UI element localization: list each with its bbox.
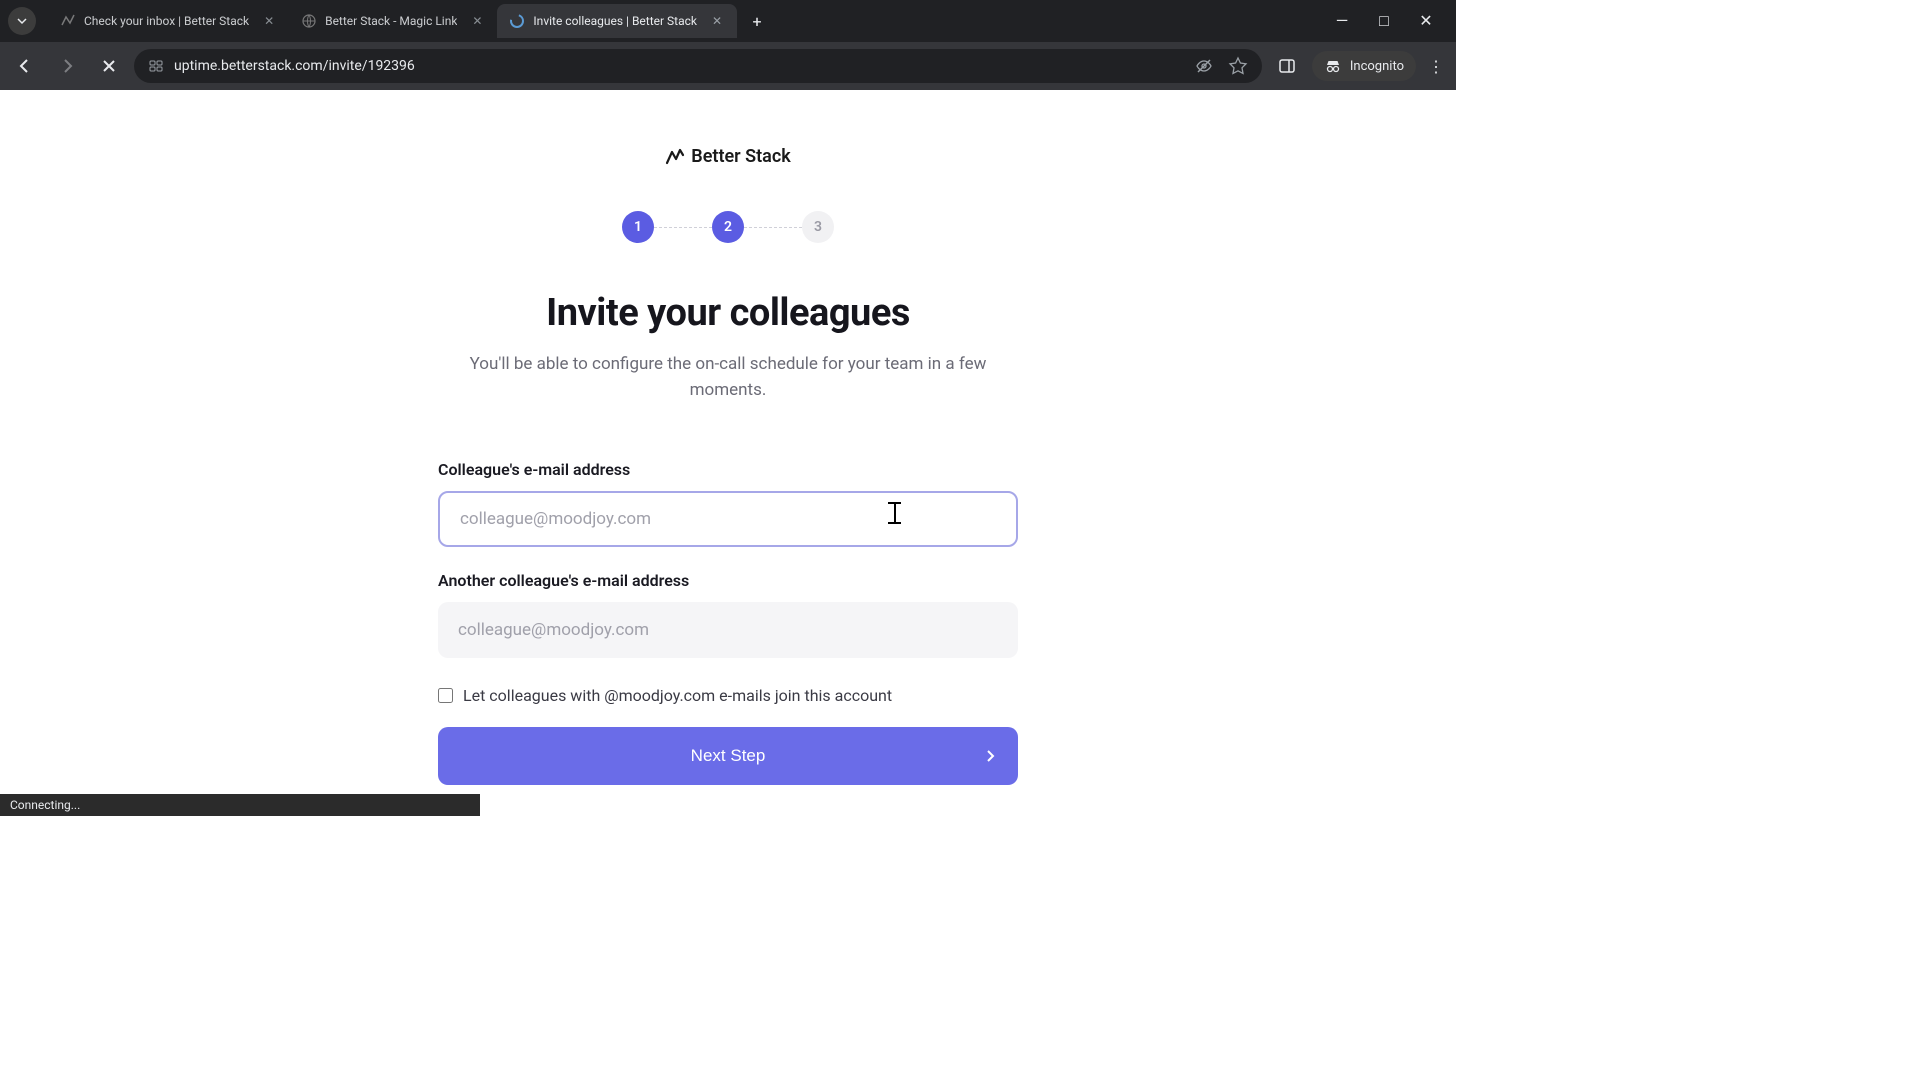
email-1-input[interactable] <box>438 491 1018 547</box>
betterstack-logo-icon <box>665 147 685 167</box>
arrow-right-icon <box>58 57 76 75</box>
step-connector <box>654 227 712 228</box>
invite-form: Colleague's e-mail address Another colle… <box>438 460 1018 785</box>
tab-close-icon[interactable]: ✕ <box>709 13 725 29</box>
email-2-input[interactable] <box>438 602 1018 658</box>
maximize-button[interactable]: □ <box>1374 11 1394 31</box>
allow-domain-label: Let colleagues with @moodjoy.com e-mails… <box>463 686 892 705</box>
incognito-icon <box>1324 57 1342 75</box>
url-input[interactable]: uptime.betterstack.com/invite/192396 <box>134 49 1262 83</box>
side-panel-button[interactable] <box>1270 49 1304 83</box>
tab-title: Check your inbox | Better Stack <box>84 14 249 28</box>
incognito-indicator[interactable]: Incognito <box>1312 51 1416 81</box>
tab-close-icon[interactable]: ✕ <box>469 13 485 29</box>
progress-stepper: 1 2 3 <box>622 211 834 243</box>
chevron-down-icon <box>16 15 28 27</box>
step-2: 2 <box>712 211 744 243</box>
site-settings-icon[interactable] <box>148 58 164 74</box>
step-connector <box>744 227 802 228</box>
step-1: 1 <box>622 211 654 243</box>
chevron-right-icon <box>986 749 996 763</box>
page-subheading: You'll be able to configure the on-call … <box>458 351 998 404</box>
browser-tab[interactable]: Better Stack - Magic Link ✕ <box>289 4 497 38</box>
globe-favicon-icon <box>301 13 317 29</box>
brand-name: Better Stack <box>691 146 790 167</box>
browser-tab-bar: Check your inbox | Better Stack ✕ Better… <box>0 0 1456 42</box>
address-bar: uptime.betterstack.com/invite/192396 Inc… <box>0 42 1456 90</box>
loading-favicon-icon <box>509 13 525 29</box>
allow-domain-checkbox[interactable] <box>438 688 453 703</box>
url-text: uptime.betterstack.com/invite/192396 <box>174 58 1184 74</box>
arrow-left-icon <box>16 57 34 75</box>
page-viewport[interactable]: Better Stack 1 2 3 Invite your colleague… <box>0 90 1456 816</box>
tab-title: Invite colleagues | Better Stack <box>533 14 697 28</box>
browser-tab-active[interactable]: Invite colleagues | Better Stack ✕ <box>497 4 737 38</box>
eye-off-icon[interactable] <box>1194 56 1214 76</box>
minimize-button[interactable]: — <box>1332 11 1352 31</box>
stop-reload-button[interactable] <box>92 49 126 83</box>
new-tab-button[interactable]: + <box>743 7 771 35</box>
betterstack-favicon-icon <box>60 13 76 29</box>
email-2-label: Another colleague's e-mail address <box>438 571 1018 590</box>
panel-icon <box>1278 57 1296 75</box>
close-window-button[interactable]: ✕ <box>1416 11 1436 31</box>
email-1-label: Colleague's e-mail address <box>438 460 1018 479</box>
browser-menu-button[interactable]: ⋮ <box>1424 57 1448 76</box>
step-3: 3 <box>802 211 834 243</box>
browser-tab[interactable]: Check your inbox | Better Stack ✕ <box>48 4 289 38</box>
tab-search-dropdown[interactable] <box>8 7 36 35</box>
tab-title: Better Stack - Magic Link <box>325 14 457 28</box>
tab-close-icon[interactable]: ✕ <box>261 13 277 29</box>
page-heading: Invite your colleagues <box>546 291 910 335</box>
brand-logo: Better Stack <box>665 146 790 167</box>
bookmark-star-icon[interactable] <box>1228 56 1248 76</box>
back-button[interactable] <box>8 49 42 83</box>
close-icon <box>101 58 117 74</box>
next-step-label: Next Step <box>691 746 766 766</box>
forward-button[interactable] <box>50 49 84 83</box>
incognito-label: Incognito <box>1350 59 1404 74</box>
browser-status-bar: Connecting... <box>0 794 480 816</box>
next-step-button[interactable]: Next Step <box>438 727 1018 785</box>
